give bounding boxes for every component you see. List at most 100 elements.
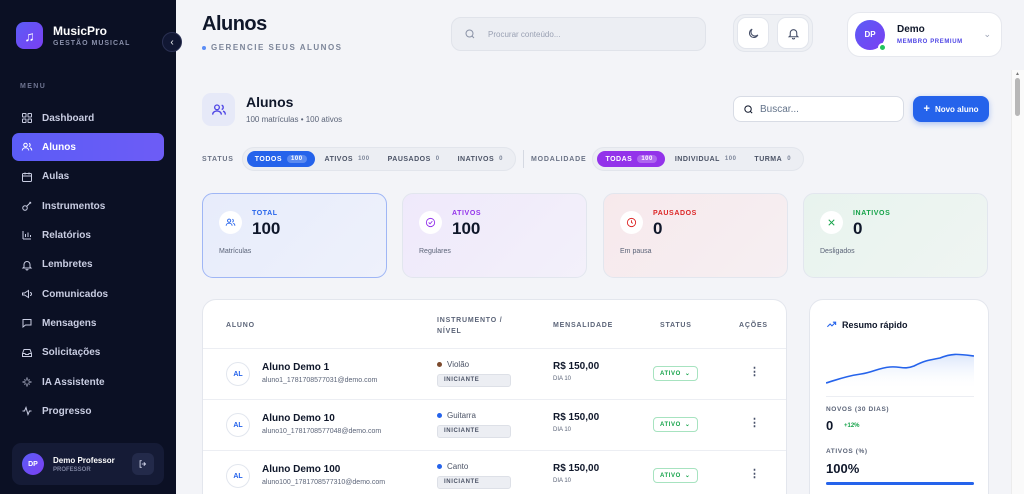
mode-filter-individual[interactable]: INDIVIDUAL 100 [667,151,745,167]
scroll-up-icon[interactable]: ▲ [1015,71,1020,77]
mode-filter-todas[interactable]: TODAS 100 [597,151,665,167]
mode-filter-turma[interactable]: TURMA 0 [746,151,799,167]
activity-icon [22,406,32,417]
header-actions [733,14,813,52]
status-filter-pausados[interactable]: PAUSADOS 0 [380,151,448,167]
message-icon [21,317,33,329]
row-actions-button[interactable]: ⋮ [749,416,760,429]
brand[interactable]: ♫ MusicPro GESTÃO MUSICAL [16,22,130,49]
student-name[interactable]: Aluno Demo 100 [262,464,340,475]
stat-icon [820,211,843,234]
status-filter-inativos[interactable]: INATIVOS 0 [450,151,511,167]
sidebar-item-relat-rios[interactable]: Relatórios [12,221,164,249]
col-header-level-text: NÍVEL [437,328,462,335]
stat-label: INATIVOS [853,210,891,217]
sidebar-item-lembretes[interactable]: Lembretes [12,251,164,279]
level-badge: INICIANTE [437,374,511,387]
sidebar-item-comunicados[interactable]: Comunicados [12,280,164,308]
status-badge-label: ATIVO [660,370,681,377]
plus-icon: + [923,103,930,115]
bar-chart-icon [21,229,33,241]
student-name[interactable]: Aluno Demo 10 [262,413,335,424]
instrument-name: Guitarra [447,411,476,420]
row-actions-button[interactable]: ⋮ [749,365,760,378]
x-icon [828,219,835,226]
sidebar: ♫ MusicPro GESTÃO MUSICAL ‹ MENU Dashboa… [0,0,182,494]
table-row[interactable]: AL Aluno Demo 10 aluno10_1781708577048@dem… [203,399,786,449]
stat-icon [620,211,643,234]
notifications-button[interactable] [777,17,809,49]
active-percent-label: ATIVOS (%) [826,448,868,455]
stat-card-paused[interactable]: PAUSADOS 0 Em pausa [603,193,788,278]
bell-icon [787,28,799,39]
user-name: Demo Professor [53,455,115,465]
instrument-color-dot [437,362,442,367]
filter-pill-label: ATIVOS [324,155,354,163]
guitar-icon [21,200,33,212]
stat-card-active[interactable]: ATIVOS 100 Regulares [402,193,587,278]
collapse-sidebar-button[interactable]: ‹ [162,32,182,52]
bell-icon [21,259,33,271]
sidebar-item-solicita-es[interactable]: Solicitações [12,339,164,367]
inbox-icon [21,347,33,359]
sidebar-item-mensagens[interactable]: Mensagens [12,309,164,337]
bell-icon [21,260,33,271]
profile-avatar: DP [855,19,887,52]
stat-card-total[interactable]: TOTAL 100 Matrículas [202,193,387,278]
student-search-input[interactable]: Buscar... [733,96,904,122]
sidebar-item-label: Aulas [42,171,70,183]
row-actions-button[interactable]: ⋮ [749,467,760,480]
profile-menu[interactable]: DP Demo MEMBRO PREMIUM ⌄ [847,12,1002,57]
status-filter-ativos[interactable]: ATIVOS 100 [317,151,378,167]
theme-toggle-button[interactable] [737,17,769,49]
sidebar-nav: Dashboard Alunos Aulas Instrumentos Relatóri… [12,104,164,427]
scroll-thumb[interactable] [1015,78,1020,116]
sidebar-item-alunos[interactable]: Alunos [12,133,164,162]
status-badge[interactable]: ATIVO ⌄ [653,417,698,432]
user-role: PROFESSOR [53,466,91,473]
moon-icon [748,28,758,38]
stat-card-inactive[interactable]: INATIVOS 0 Desligados [803,193,988,278]
sidebar-item-dashboard[interactable]: Dashboard [12,104,164,132]
more-vertical-icon: ⋮ [749,417,760,429]
bar-chart-icon [22,231,31,240]
status-badge[interactable]: ATIVO ⌄ [653,366,698,381]
clock-icon [626,217,637,228]
chevron-down-icon: ⌄ [983,29,991,39]
student-avatar: AL [226,362,250,386]
students-table: ALUNO INSTRUMENTO / NÍVEL MENSALIDADE ST… [202,299,787,494]
student-email: aluno10_1781708577048@demo.com [262,428,382,435]
filter-pill-count: 100 [287,155,307,163]
sidebar-item-label: Solicitações [42,347,101,359]
filter-pill-count: 0 [787,156,792,162]
sidebar-item-aulas[interactable]: Aulas [12,163,164,191]
summary-title: Resumo rápido [826,319,908,330]
status-filter-todos[interactable]: TODOS 100 [246,151,315,167]
users-icon [225,218,236,226]
monthly-fee: R$ 150,00 [553,361,600,372]
table-row[interactable]: AL Aluno Demo 1 aluno1_1781708577031@demo.… [203,348,786,398]
student-instrument: Guitarra [437,411,476,420]
sparkle-icon [21,376,33,388]
student-name[interactable]: Aluno Demo 1 [262,362,329,373]
page-scrollbar[interactable]: ▲ [1011,70,1024,494]
table-row[interactable]: AL Aluno Demo 100 aluno100_1781708577310@d… [203,450,786,494]
guitar-icon [22,201,32,211]
instrument-name: Violão [447,360,470,369]
sidebar-item-progresso[interactable]: Progresso [12,397,164,425]
logout-button[interactable] [132,453,154,475]
new-student-button[interactable]: + Novo aluno [913,96,989,122]
student-avatar: AL [226,413,250,437]
sidebar-item-label: Relatórios [42,229,91,241]
divider [826,396,974,397]
global-search-input[interactable]: Procurar conteúdo... [451,17,706,51]
level-badge: INICIANTE [437,425,511,438]
sidebar-item-ia-assistente[interactable]: IA Assistente [12,368,164,396]
more-vertical-icon: ⋮ [749,366,760,378]
sidebar-item-instrumentos[interactable]: Instrumentos [12,192,164,220]
stat-value: 0 [853,219,863,238]
status-badge[interactable]: ATIVO ⌄ [653,468,698,483]
sidebar-item-label: Instrumentos [42,200,106,212]
stat-value: 100 [252,219,281,238]
col-header-status: STATUS [660,322,692,329]
